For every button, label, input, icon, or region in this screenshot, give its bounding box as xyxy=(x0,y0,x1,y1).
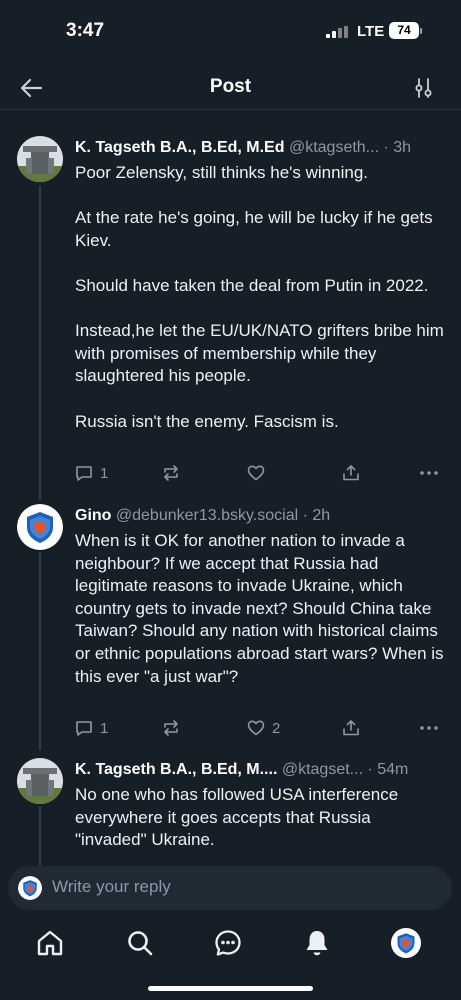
battery-tip xyxy=(420,28,422,34)
shield-avatar-image xyxy=(18,876,42,900)
status-time: 3:47 xyxy=(66,20,105,41)
post[interactable]: K. Tagseth B.A., B.Ed, M.... @ktagset...… xyxy=(0,758,461,858)
more-options-button[interactable] xyxy=(419,462,439,484)
author-handle[interactable]: @ktagset... xyxy=(282,761,363,778)
reply-button[interactable]: 1 xyxy=(75,717,108,739)
post-paragraph: Should have taken the deal from Putin in… xyxy=(75,275,429,295)
like-button[interactable]: 2 xyxy=(247,717,280,739)
nav-header: Post xyxy=(0,64,461,110)
heart-icon xyxy=(247,720,265,736)
signal-icon xyxy=(326,26,348,38)
post-text: Poor Zelensky, still thinks he's winning… xyxy=(75,162,447,433)
post-paragraph: Instead,he let the EU/UK/NATO grifters b… xyxy=(75,321,444,386)
post-paragraph: At the rate he's going, he will be lucky… xyxy=(75,208,433,250)
shield-avatar-image xyxy=(17,504,63,550)
network-label: LTE xyxy=(357,23,385,40)
author-name[interactable]: Gino xyxy=(75,507,111,524)
status-bar: 3:47 LTE 74 xyxy=(0,0,461,64)
shield-avatar-image xyxy=(391,928,421,958)
bell-icon xyxy=(306,931,328,956)
tab-home[interactable] xyxy=(35,928,65,958)
author-handle[interactable]: @ktagseth... xyxy=(289,139,379,156)
home-indicator xyxy=(148,986,313,991)
author-name[interactable]: K. Tagseth B.A., B.Ed, M.... xyxy=(75,761,277,778)
like-count: 2 xyxy=(272,719,281,737)
repost-button[interactable] xyxy=(162,462,180,484)
post-paragraph: Poor Zelensky, still thinks he's winning… xyxy=(75,163,369,182)
battery-level: 74 xyxy=(397,23,411,37)
share-button[interactable] xyxy=(342,462,360,484)
post-paragraph: When is it OK for another nation to inva… xyxy=(75,531,444,686)
share-icon xyxy=(343,720,359,736)
page-title: Post xyxy=(209,76,252,97)
reply-input[interactable]: Write your reply xyxy=(8,866,452,910)
tab-notifications[interactable] xyxy=(302,928,332,958)
tab-search[interactable] xyxy=(125,928,155,958)
share-icon xyxy=(343,465,359,481)
reply-placeholder: Write your reply xyxy=(52,877,171,896)
reply-icon xyxy=(76,721,92,736)
post-time: · 2h xyxy=(302,507,331,524)
post-paragraph: Russia isn't the enemy. Fascism is. xyxy=(75,411,339,431)
post-text: When is it OK for another nation to inva… xyxy=(75,530,447,688)
avatar[interactable] xyxy=(17,504,63,550)
post-time: · 3h xyxy=(383,139,412,156)
avatar[interactable] xyxy=(17,758,63,804)
author-name[interactable]: K. Tagseth B.A., B.Ed, M.Ed xyxy=(75,139,285,156)
user-avatar xyxy=(18,876,42,900)
post-actions: 1 2 xyxy=(75,717,445,739)
ellipsis-icon xyxy=(420,726,438,730)
more-options-button[interactable] xyxy=(419,717,439,739)
battery-icon: 74 xyxy=(389,22,419,39)
post-time: · 54m xyxy=(367,761,409,778)
reply-count: 1 xyxy=(100,719,109,737)
statue-avatar-image xyxy=(17,136,63,182)
ellipsis-icon xyxy=(420,471,438,475)
post[interactable]: K. Tagseth B.A., B.Ed, M.Ed @ktagseth...… xyxy=(0,136,461,492)
post-text: No one who has followed USA interference… xyxy=(75,784,447,852)
reply-count: 1 xyxy=(100,464,109,482)
repost-icon xyxy=(164,720,178,736)
sliders-icon xyxy=(415,78,432,98)
avatar[interactable] xyxy=(17,136,63,182)
reply-icon xyxy=(76,466,92,481)
reply-button[interactable]: 1 xyxy=(75,462,108,484)
post[interactable]: Gino @debunker13.bsky.social · 2h When i… xyxy=(0,504,461,744)
tab-profile[interactable] xyxy=(391,928,421,958)
thread-options-button[interactable] xyxy=(412,76,436,100)
post-paragraph: No one who has followed USA interference… xyxy=(75,785,399,850)
heart-icon xyxy=(247,465,265,481)
repost-icon xyxy=(164,465,178,481)
post-actions: 1 xyxy=(75,462,445,484)
like-button[interactable] xyxy=(247,462,265,484)
share-button[interactable] xyxy=(342,717,360,739)
tab-chat[interactable] xyxy=(213,928,243,958)
repost-button[interactable] xyxy=(162,717,180,739)
chat-icon xyxy=(215,930,241,956)
home-icon xyxy=(37,930,63,956)
author-handle[interactable]: @debunker13.bsky.social xyxy=(116,507,298,524)
statue-avatar-image xyxy=(17,758,63,804)
search-icon xyxy=(128,931,153,956)
